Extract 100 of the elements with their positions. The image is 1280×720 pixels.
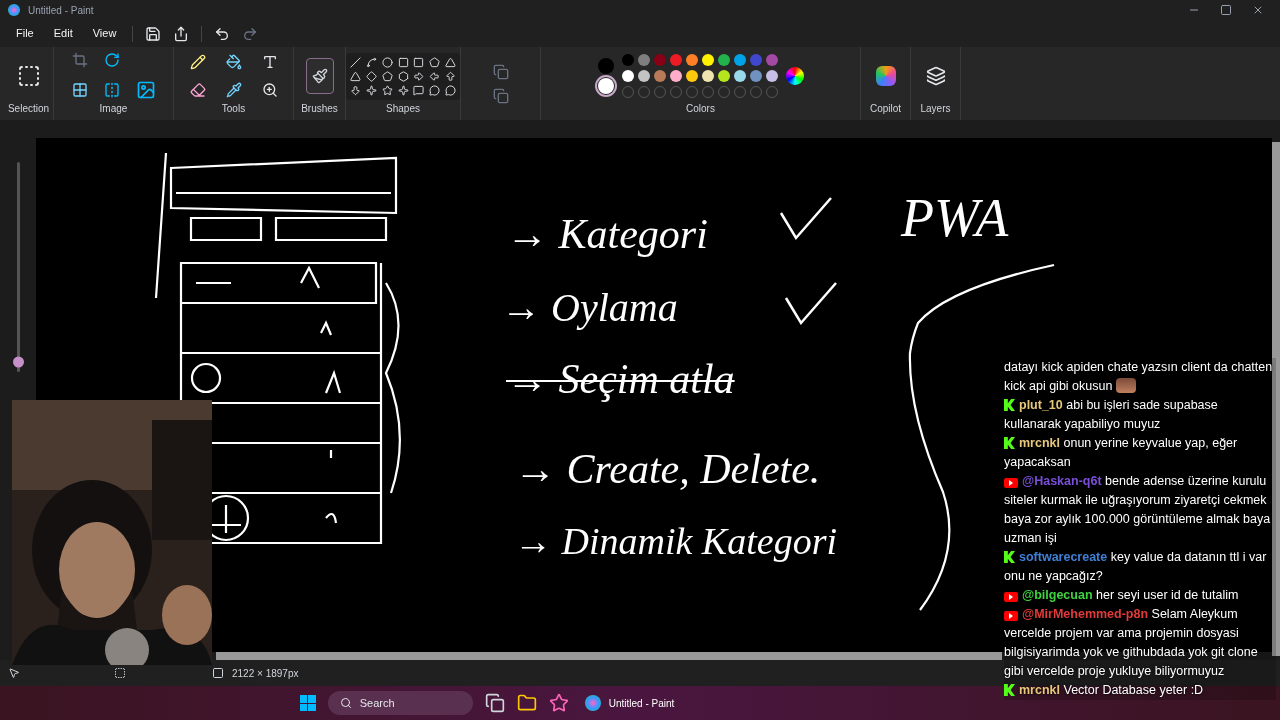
color-picker-icon[interactable] bbox=[225, 82, 242, 98]
horizontal-scrollbar[interactable] bbox=[216, 652, 1002, 660]
color-swatch[interactable] bbox=[717, 54, 730, 66]
chat-message: softwarecreate key value da datanın ttl i var onu ne yapcağız? bbox=[1004, 549, 1268, 585]
maximize-icon[interactable] bbox=[1220, 4, 1232, 16]
group-label: Image bbox=[99, 102, 128, 116]
paint-app-icon bbox=[584, 695, 601, 711]
eraser-icon[interactable] bbox=[189, 82, 206, 98]
color-swatch[interactable] bbox=[717, 70, 730, 82]
color-swatch[interactable] bbox=[621, 54, 634, 66]
rotate-icon[interactable] bbox=[103, 52, 120, 68]
shape-icon[interactable] bbox=[413, 56, 425, 68]
color-swatch[interactable] bbox=[621, 70, 634, 82]
color-swatch[interactable] bbox=[749, 54, 762, 66]
handwritten-note: → Oylama bbox=[501, 284, 678, 332]
color-swatch[interactable] bbox=[669, 54, 682, 66]
brush-button[interactable] bbox=[305, 58, 334, 94]
group-label: Colors bbox=[686, 102, 715, 116]
color-swatch[interactable] bbox=[733, 70, 746, 82]
shape-icon[interactable] bbox=[445, 56, 457, 68]
handwritten-heading: PWA bbox=[901, 187, 1009, 250]
color-swatch[interactable] bbox=[765, 70, 778, 82]
shape-icon[interactable] bbox=[350, 84, 361, 96]
window-title: Untitled - Paint bbox=[28, 3, 94, 18]
shape-icon[interactable] bbox=[350, 56, 361, 68]
undo-icon[interactable] bbox=[214, 25, 231, 42]
color-swatch[interactable] bbox=[669, 70, 682, 82]
image-size: 2122 × 1897px bbox=[232, 666, 299, 681]
color-swatch[interactable] bbox=[749, 70, 762, 82]
color-swatch[interactable] bbox=[637, 70, 650, 82]
group-label: Shapes bbox=[386, 102, 420, 116]
image-icon[interactable] bbox=[135, 80, 156, 100]
handwritten-note: → Seçim atla bbox=[506, 355, 735, 404]
layers-icon[interactable] bbox=[925, 66, 946, 86]
taskbar-search-field[interactable]: Search bbox=[327, 691, 473, 715]
color-swatch[interactable] bbox=[701, 54, 714, 66]
shape-icon[interactable] bbox=[413, 84, 425, 96]
current-color-swatch[interactable] bbox=[597, 58, 614, 74]
shape-icon[interactable] bbox=[365, 84, 377, 96]
shape-icon[interactable] bbox=[429, 84, 441, 96]
brush-icon bbox=[311, 68, 328, 84]
star-app-icon[interactable] bbox=[548, 693, 569, 713]
color-swatch[interactable] bbox=[701, 70, 714, 82]
group-label: Copilot bbox=[869, 102, 902, 116]
close-icon[interactable] bbox=[1252, 4, 1264, 16]
color-swatch[interactable] bbox=[765, 54, 778, 66]
menu-item[interactable]: Edit bbox=[45, 25, 81, 42]
current-color-swatch[interactable] bbox=[597, 78, 614, 94]
vertical-scrollbar[interactable] bbox=[1272, 142, 1280, 656]
zoom-slider-thumb[interactable] bbox=[12, 356, 24, 367]
crop-icon[interactable] bbox=[71, 52, 88, 68]
color-swatch[interactable] bbox=[685, 70, 698, 82]
task-view-icon[interactable] bbox=[484, 693, 505, 713]
fill-icon[interactable] bbox=[225, 54, 242, 70]
handwritten-note: → Dinamik Kategori bbox=[514, 519, 837, 564]
shape-icon[interactable] bbox=[365, 70, 377, 82]
group-label: Selection bbox=[7, 102, 50, 116]
color-swatch[interactable] bbox=[653, 54, 666, 66]
folder-icon[interactable] bbox=[516, 693, 537, 713]
selection-icon[interactable] bbox=[16, 64, 41, 88]
menu-item[interactable]: View bbox=[84, 25, 125, 42]
menu-item[interactable]: File bbox=[8, 25, 42, 42]
chat-message: mrcnkl Vector Database yeter :D bbox=[1004, 681, 1276, 700]
canvas-size-icon bbox=[212, 667, 224, 679]
taskbar-app[interactable]: Untitled - Paint bbox=[580, 695, 679, 711]
share-icon[interactable] bbox=[173, 25, 190, 42]
group-label: Layers bbox=[920, 102, 951, 116]
shape-icon[interactable] bbox=[445, 70, 457, 82]
save-icon[interactable] bbox=[145, 25, 162, 42]
selection-size-icon[interactable] bbox=[114, 667, 126, 679]
color-swatch[interactable] bbox=[637, 54, 650, 66]
magnifier-icon[interactable] bbox=[261, 82, 278, 98]
shape-icon[interactable] bbox=[429, 56, 441, 68]
flip-icon[interactable] bbox=[103, 82, 120, 98]
search-icon bbox=[339, 697, 352, 709]
shape-icon[interactable] bbox=[381, 84, 393, 96]
shape-icon[interactable] bbox=[381, 56, 393, 68]
text-icon[interactable] bbox=[261, 54, 278, 70]
color-swatch[interactable] bbox=[733, 54, 746, 66]
redo-icon[interactable] bbox=[242, 25, 259, 42]
shape-icon[interactable] bbox=[429, 70, 441, 82]
group-label: Tools bbox=[221, 102, 246, 116]
color-wheel-icon[interactable] bbox=[785, 67, 804, 85]
paint-app-icon bbox=[8, 4, 20, 16]
pointer-icon[interactable] bbox=[8, 667, 20, 679]
copilot-icon[interactable] bbox=[875, 66, 896, 86]
color-swatch[interactable] bbox=[653, 70, 666, 82]
color-swatch[interactable] bbox=[685, 54, 698, 66]
shape-icon[interactable] bbox=[413, 70, 425, 82]
shape-icon[interactable] bbox=[365, 56, 377, 68]
shape-icon[interactable] bbox=[350, 70, 361, 82]
shape-icon[interactable] bbox=[397, 84, 409, 96]
resize-icon[interactable] bbox=[71, 82, 88, 98]
windows-start-icon[interactable] bbox=[299, 695, 316, 711]
shape-icon[interactable] bbox=[381, 70, 393, 82]
shape-icon[interactable] bbox=[445, 84, 457, 96]
pencil-icon[interactable] bbox=[189, 54, 206, 70]
shape-icon[interactable] bbox=[397, 70, 409, 82]
shapes-gallery[interactable] bbox=[346, 52, 460, 100]
shape-icon[interactable] bbox=[397, 56, 409, 68]
